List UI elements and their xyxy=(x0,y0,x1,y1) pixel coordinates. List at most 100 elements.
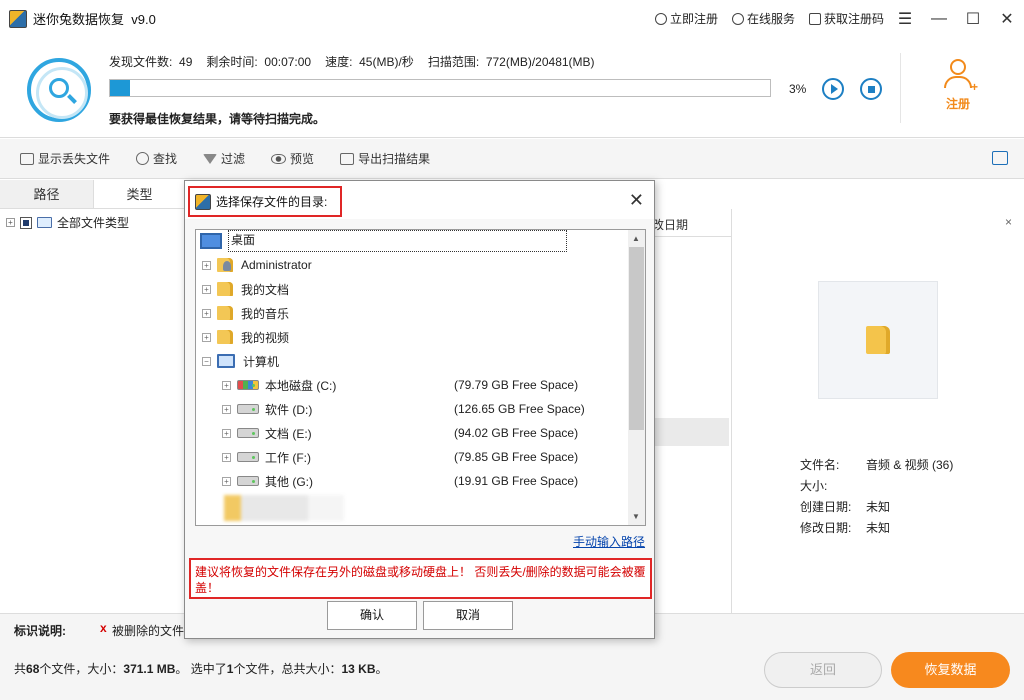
toolbar: 显示丢失文件 查找 过滤 预览 导出扫描结果 xyxy=(0,139,1024,179)
monitor-icon xyxy=(37,217,52,228)
manual-path-link[interactable]: 手动输入路径 xyxy=(573,533,645,550)
maximize-button[interactable]: ☐ xyxy=(956,0,990,37)
show-lost-files-button[interactable]: 显示丢失文件 xyxy=(20,150,110,167)
register-now-link[interactable]: 立即注册 xyxy=(654,10,718,27)
cart-icon xyxy=(808,12,821,25)
expand-icon[interactable]: + xyxy=(222,476,231,486)
cancel-button[interactable]: 取消 xyxy=(423,601,513,630)
expand-icon[interactable]: + xyxy=(222,380,231,390)
expand-icon[interactable]: + xyxy=(202,260,211,270)
preview-button[interactable]: 预览 xyxy=(271,150,314,167)
tree-item-drive-g[interactable]: + 其他 (G:) (19.91 GB Free Space) xyxy=(222,470,642,492)
tab-type[interactable]: 类型 xyxy=(93,180,186,208)
filter-button[interactable]: 过滤 xyxy=(203,150,245,167)
tab-path[interactable]: 路径 xyxy=(0,180,93,208)
tree-item-desktop[interactable]: 桌面 xyxy=(200,230,567,252)
get-code-link[interactable]: 获取注册码 xyxy=(808,10,884,27)
close-preview-icon[interactable]: × xyxy=(1005,215,1012,229)
list-icon xyxy=(20,152,34,165)
scrollbar-thumb[interactable] xyxy=(629,247,644,430)
documents-folder-icon xyxy=(217,282,233,296)
export-icon xyxy=(340,152,355,165)
folder-tree: 桌面 + Administrator + 我的文档 + 我的音乐 + 我的视频 − 计算机… xyxy=(195,229,646,526)
minimize-button[interactable]: — xyxy=(922,0,956,37)
tree-item-music[interactable]: + 我的音乐 xyxy=(202,302,289,324)
hard-drive-icon xyxy=(237,452,259,462)
file-name-value: 音频 & 视频 (36) xyxy=(866,458,954,472)
save-warning: 建议将恢复的文件保存在另外的磁盘或移动硬盘上！ 否则丢失/删除的数据可能会被覆盖… xyxy=(189,558,652,599)
divider xyxy=(900,53,901,123)
tree-item-administrator[interactable]: + Administrator xyxy=(202,254,312,276)
deleted-mark-icon: x xyxy=(100,621,107,635)
scan-header: 发现文件数: 49 剩余时间: 00:07:00 速度: 45(MB)/秒 扫描… xyxy=(0,37,1024,138)
column-modified-date[interactable]: 改日期 xyxy=(652,216,688,233)
tree-scrollbar[interactable]: ▲ ▼ xyxy=(628,230,645,525)
tree-item-drive-d[interactable]: + 软件 (D:) (126.65 GB Free Space) xyxy=(222,398,642,420)
tree-item-documents[interactable]: + 我的文档 xyxy=(202,278,289,300)
expand-icon[interactable]: + xyxy=(6,218,15,227)
scan-progress-fill xyxy=(110,80,130,96)
menu-button[interactable]: ☰ xyxy=(888,0,922,37)
progress-percent: 3% xyxy=(789,82,807,96)
headset-icon xyxy=(731,12,744,25)
tree-item-drive-c[interactable]: + 本地磁盘 (C:) (79.79 GB Free Space) xyxy=(222,374,642,396)
play-icon xyxy=(830,84,838,94)
scan-magnifier-icon xyxy=(27,58,91,122)
selection-summary: 共68个文件，大小：371.1 MB。 选中了1个文件，总共大小：13 KB。 xyxy=(14,662,388,676)
back-button[interactable]: 返回 xyxy=(764,652,882,688)
share-icon[interactable] xyxy=(992,151,1008,165)
expand-icon[interactable]: + xyxy=(222,452,231,462)
tree-item-drive-e[interactable]: + 文档 (E:) (94.02 GB Free Space) xyxy=(222,422,642,444)
stop-button[interactable] xyxy=(860,78,882,100)
title-bar: 迷你兔数据恢复 v9.0 立即注册 在线服务 获取注册码 ☰ — ☐ ✕ xyxy=(0,0,1024,37)
modified-date-value: 未知 xyxy=(866,521,891,535)
tree-checkbox[interactable] xyxy=(20,216,32,229)
tree-item-all-types[interactable]: + 全部文件类型 xyxy=(6,214,129,231)
scroll-down-icon[interactable]: ▼ xyxy=(632,512,640,521)
search-icon xyxy=(136,152,150,165)
scan-hint: 要获得最佳恢复结果，请等待扫描完成。 xyxy=(109,112,326,126)
computer-icon xyxy=(217,354,235,368)
key-icon xyxy=(654,12,667,25)
status-footer: 共68个文件，大小：371.1 MB。 选中了1个文件，总共大小：13 KB。 … xyxy=(0,643,1024,700)
preview-panel: × 文件名: 音频 & 视频 (36) 大小: 创建日期: 未知 修改日期: 未知 xyxy=(731,209,1024,613)
tree-item-drive-f[interactable]: + 工作 (F:) (79.85 GB Free Space) xyxy=(222,446,642,468)
view-tabs: 路径 类型 xyxy=(0,180,186,209)
recover-data-button[interactable]: 恢复数据 xyxy=(891,652,1010,688)
blurred-folder-item xyxy=(224,495,344,521)
file-type-tree: + 全部文件类型 xyxy=(0,209,186,613)
scan-stats: 发现文件数: 49 剩余时间: 00:07:00 速度: 45(MB)/秒 扫描… xyxy=(109,55,595,69)
window-controls: ☰ — ☐ ✕ xyxy=(888,0,1024,37)
export-results-button[interactable]: 导出扫描结果 xyxy=(340,150,430,167)
register-button[interactable]: + 注册 xyxy=(930,57,986,121)
tree-item-computer[interactable]: − 计算机 xyxy=(202,350,279,372)
folder-icon xyxy=(866,326,890,354)
find-button[interactable]: 查找 xyxy=(136,150,177,167)
remaining-time: 00:07:00 xyxy=(264,55,312,69)
user-folder-icon xyxy=(217,258,233,272)
video-folder-icon xyxy=(217,330,233,344)
scan-range: 772(MB)/20481(MB) xyxy=(485,55,595,69)
expand-icon[interactable]: + xyxy=(222,428,231,438)
close-button[interactable]: ✕ xyxy=(990,0,1024,37)
expand-icon[interactable]: + xyxy=(202,284,211,294)
hard-drive-icon xyxy=(237,428,259,438)
scroll-up-icon[interactable]: ▲ xyxy=(632,234,640,243)
save-directory-dialog: 选择保存文件的目录: ✕ 桌面 + Administrator + 我的文档 + 我的… xyxy=(184,180,655,639)
online-service-link[interactable]: 在线服务 xyxy=(731,10,795,27)
dialog-title: 选择保存文件的目录: xyxy=(188,186,342,217)
collapse-icon[interactable]: − xyxy=(202,356,211,366)
desktop-icon xyxy=(200,233,222,249)
expand-icon[interactable]: + xyxy=(202,308,211,318)
expand-icon[interactable]: + xyxy=(222,404,231,414)
tree-item-videos[interactable]: + 我的视频 xyxy=(202,326,289,348)
expand-icon[interactable]: + xyxy=(202,332,211,342)
dialog-close-button[interactable]: ✕ xyxy=(629,190,644,211)
preview-thumbnail xyxy=(818,281,938,399)
confirm-button[interactable]: 确认 xyxy=(327,601,417,630)
filter-icon xyxy=(203,153,218,164)
resume-button[interactable] xyxy=(822,78,844,100)
music-folder-icon xyxy=(217,306,233,320)
title-links: 立即注册 在线服务 获取注册码 xyxy=(654,10,884,27)
app-logo-icon xyxy=(195,193,211,210)
